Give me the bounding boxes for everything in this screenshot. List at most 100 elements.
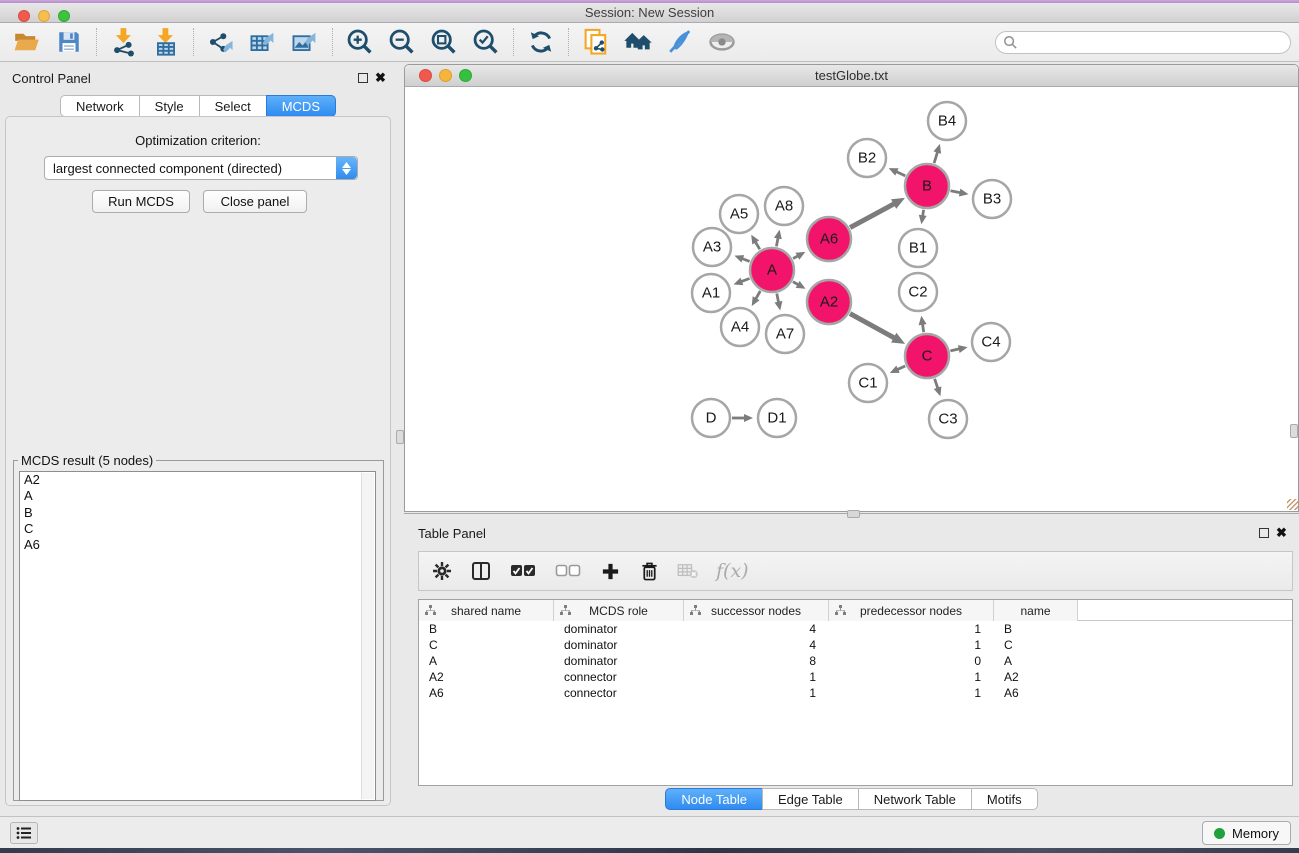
cell-predecessor-nodes[interactable]: 0 bbox=[829, 654, 994, 668]
import-network-button[interactable] bbox=[103, 24, 145, 60]
cell-MCDS-role[interactable]: dominator bbox=[554, 622, 684, 636]
edge-A-A7[interactable] bbox=[775, 294, 783, 311]
network-node-C3[interactable]: C3 bbox=[929, 400, 967, 438]
network-node-A2[interactable]: A2 bbox=[807, 280, 851, 324]
network-window-titlebar[interactable]: testGlobe.txt bbox=[405, 65, 1298, 87]
network-node-C1[interactable]: C1 bbox=[849, 364, 887, 402]
edge-C-C1[interactable] bbox=[890, 366, 905, 373]
cell-successor-nodes[interactable]: 4 bbox=[684, 622, 829, 636]
select-all-button[interactable] bbox=[509, 559, 537, 583]
network-node-A5[interactable]: A5 bbox=[720, 195, 758, 233]
edge-A6-B[interactable] bbox=[850, 198, 905, 228]
network-node-B4[interactable]: B4 bbox=[928, 102, 966, 140]
network-zoom-button[interactable] bbox=[459, 69, 472, 82]
table-tab-motifs[interactable]: Motifs bbox=[971, 788, 1038, 810]
cell-shared-name[interactable]: C bbox=[419, 638, 554, 652]
float-table-panel-button[interactable] bbox=[1259, 528, 1269, 538]
close-panel-button[interactable]: Close panel bbox=[203, 190, 307, 213]
network-node-B1[interactable]: B1 bbox=[899, 229, 937, 267]
float-panel-button[interactable] bbox=[358, 73, 368, 83]
edge-A-A3[interactable] bbox=[734, 255, 749, 262]
export-table-button[interactable] bbox=[242, 24, 284, 60]
edge-B-B4[interactable] bbox=[934, 144, 942, 163]
horizontal-splitter[interactable] bbox=[404, 512, 1299, 520]
export-network-button[interactable] bbox=[200, 24, 242, 60]
cell-successor-nodes[interactable]: 8 bbox=[684, 654, 829, 668]
export-image-button[interactable] bbox=[284, 24, 326, 60]
cell-shared-name[interactable]: A6 bbox=[419, 686, 554, 700]
network-minimize-button[interactable] bbox=[439, 69, 452, 82]
add-row-button[interactable] bbox=[599, 559, 621, 583]
edge-A-A6[interactable] bbox=[793, 252, 805, 260]
network-node-A[interactable]: A bbox=[750, 248, 794, 292]
close-panel-icon-button[interactable]: ✖ bbox=[375, 72, 386, 84]
edge-C-C4[interactable] bbox=[950, 345, 967, 353]
cell-successor-nodes[interactable]: 1 bbox=[684, 686, 829, 700]
cell-name[interactable]: C bbox=[994, 638, 1078, 652]
zoom-out-button[interactable] bbox=[381, 24, 423, 60]
mcds-result-item-A6[interactable]: A6 bbox=[20, 537, 375, 553]
table-tab-node-table[interactable]: Node Table bbox=[665, 788, 763, 810]
refresh-layout-button[interactable] bbox=[520, 24, 562, 60]
network-node-A1[interactable]: A1 bbox=[692, 274, 730, 312]
edge-B-B1[interactable] bbox=[919, 210, 927, 224]
network-node-A3[interactable]: A3 bbox=[693, 228, 731, 266]
network-close-button[interactable] bbox=[419, 69, 432, 82]
cell-shared-name[interactable]: B bbox=[419, 622, 554, 636]
cell-successor-nodes[interactable]: 4 bbox=[684, 638, 829, 652]
network-node-A6[interactable]: A6 bbox=[807, 217, 851, 261]
cell-name[interactable]: B bbox=[994, 622, 1078, 636]
first-neighbors-button[interactable] bbox=[617, 24, 659, 60]
edge-B-B3[interactable] bbox=[951, 189, 969, 197]
cell-shared-name[interactable]: A2 bbox=[419, 670, 554, 684]
window-resize-grip[interactable] bbox=[1287, 499, 1298, 510]
mcds-result-item-A[interactable]: A bbox=[20, 488, 375, 504]
edge-A-A5[interactable] bbox=[751, 235, 760, 250]
tab-network[interactable]: Network bbox=[60, 95, 140, 117]
cell-predecessor-nodes[interactable]: 1 bbox=[829, 686, 994, 700]
tab-select[interactable]: Select bbox=[199, 95, 267, 117]
column-header-shared-name[interactable]: shared name bbox=[419, 600, 554, 621]
table-settings-button[interactable] bbox=[431, 559, 453, 583]
deselect-all-button[interactable] bbox=[554, 559, 582, 583]
column-header-predecessor-nodes[interactable]: predecessor nodes bbox=[829, 600, 994, 621]
edge-A-A1[interactable] bbox=[734, 278, 750, 286]
cell-predecessor-nodes[interactable]: 1 bbox=[829, 670, 994, 684]
close-table-panel-button[interactable]: ✖ bbox=[1276, 527, 1287, 539]
cell-MCDS-role[interactable]: connector bbox=[554, 686, 684, 700]
cell-predecessor-nodes[interactable]: 1 bbox=[829, 622, 994, 636]
cell-MCDS-role[interactable]: dominator bbox=[554, 638, 684, 652]
table-row[interactable]: A6connector11A6 bbox=[419, 685, 1292, 701]
show-columns-button[interactable] bbox=[470, 559, 492, 583]
table-tab-network-table[interactable]: Network Table bbox=[858, 788, 972, 810]
edge-A-A8[interactable] bbox=[774, 230, 782, 247]
mcds-result-item-A2[interactable]: A2 bbox=[20, 472, 375, 488]
cell-name[interactable]: A bbox=[994, 654, 1078, 668]
cell-successor-nodes[interactable]: 1 bbox=[684, 670, 829, 684]
criterion-dropdown[interactable]: largest connected component (directed) bbox=[44, 156, 358, 180]
zoom-selected-button[interactable] bbox=[465, 24, 507, 60]
network-node-A4[interactable]: A4 bbox=[721, 308, 759, 346]
network-node-B2[interactable]: B2 bbox=[848, 139, 886, 177]
edge-D-D1[interactable] bbox=[732, 414, 753, 422]
cell-predecessor-nodes[interactable]: 1 bbox=[829, 638, 994, 652]
network-node-B[interactable]: B bbox=[905, 164, 949, 208]
mcds-result-item-C[interactable]: C bbox=[20, 521, 375, 537]
splitter-handle[interactable] bbox=[847, 510, 860, 518]
cell-name[interactable]: A6 bbox=[994, 686, 1078, 700]
run-mcds-button[interactable]: Run MCDS bbox=[92, 190, 190, 213]
tab-mcds[interactable]: MCDS bbox=[266, 95, 336, 117]
edge-B-B2[interactable] bbox=[889, 168, 906, 176]
function-builder-button[interactable]: f(x) bbox=[716, 560, 749, 582]
column-header-successor-nodes[interactable]: successor nodes bbox=[684, 600, 829, 621]
table-row[interactable]: Adominator80A bbox=[419, 653, 1292, 669]
network-node-C2[interactable]: C2 bbox=[899, 273, 937, 311]
delete-table-button[interactable] bbox=[677, 559, 699, 583]
cell-MCDS-role[interactable]: dominator bbox=[554, 654, 684, 668]
edge-C-C3[interactable] bbox=[934, 379, 942, 396]
network-node-A8[interactable]: A8 bbox=[765, 187, 803, 225]
cell-MCDS-role[interactable]: connector bbox=[554, 670, 684, 684]
tab-style[interactable]: Style bbox=[139, 95, 200, 117]
network-node-D1[interactable]: D1 bbox=[758, 399, 796, 437]
network-node-D[interactable]: D bbox=[692, 399, 730, 437]
